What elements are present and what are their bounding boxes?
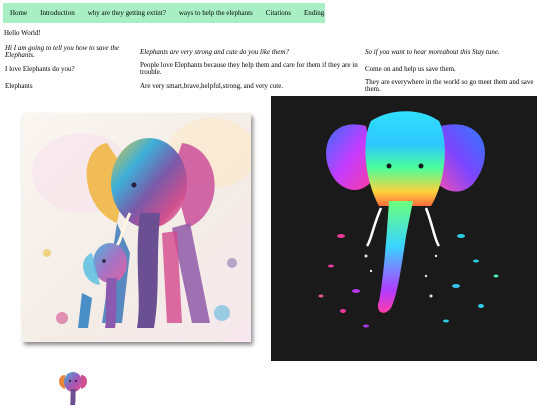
elephant-painting-image — [22, 113, 251, 342]
nav-ways-to-help[interactable]: ways to help the elephants — [172, 3, 259, 23]
greeting-text: Hello World! — [4, 29, 41, 37]
top-nav: Home Introduction why are they getting e… — [3, 3, 325, 23]
column-2-heading: Elephants are very strong and cute do yo… — [140, 48, 289, 56]
column-2-line2: Are very smart,brave,helpful,strong, and… — [140, 82, 284, 90]
column-3-line2: They are everywhere in the world so go m… — [365, 78, 534, 93]
nav-citations[interactable]: Citations — [259, 3, 297, 23]
neon-elephant-image — [271, 96, 537, 361]
column-1-line1: I love Elephants do you? — [5, 65, 75, 73]
column-2-line1: People love Elephants because they help … — [140, 61, 358, 76]
nav-home[interactable]: Home — [3, 3, 34, 23]
column-3-heading: So if you want to hear moreabout this St… — [365, 48, 500, 56]
nav-why-extinct[interactable]: why are they getting extint? — [81, 3, 172, 23]
column-1-heading: Hi I am going to tell you how to save th… — [5, 44, 119, 59]
column-1-line2: Elephants — [5, 82, 33, 90]
nav-ending[interactable]: Ending — [298, 3, 331, 23]
small-elephant-image — [55, 369, 91, 405]
column-3-line1: Come on and help us save them. — [365, 65, 456, 73]
nav-introduction[interactable]: Introduction — [34, 3, 82, 23]
